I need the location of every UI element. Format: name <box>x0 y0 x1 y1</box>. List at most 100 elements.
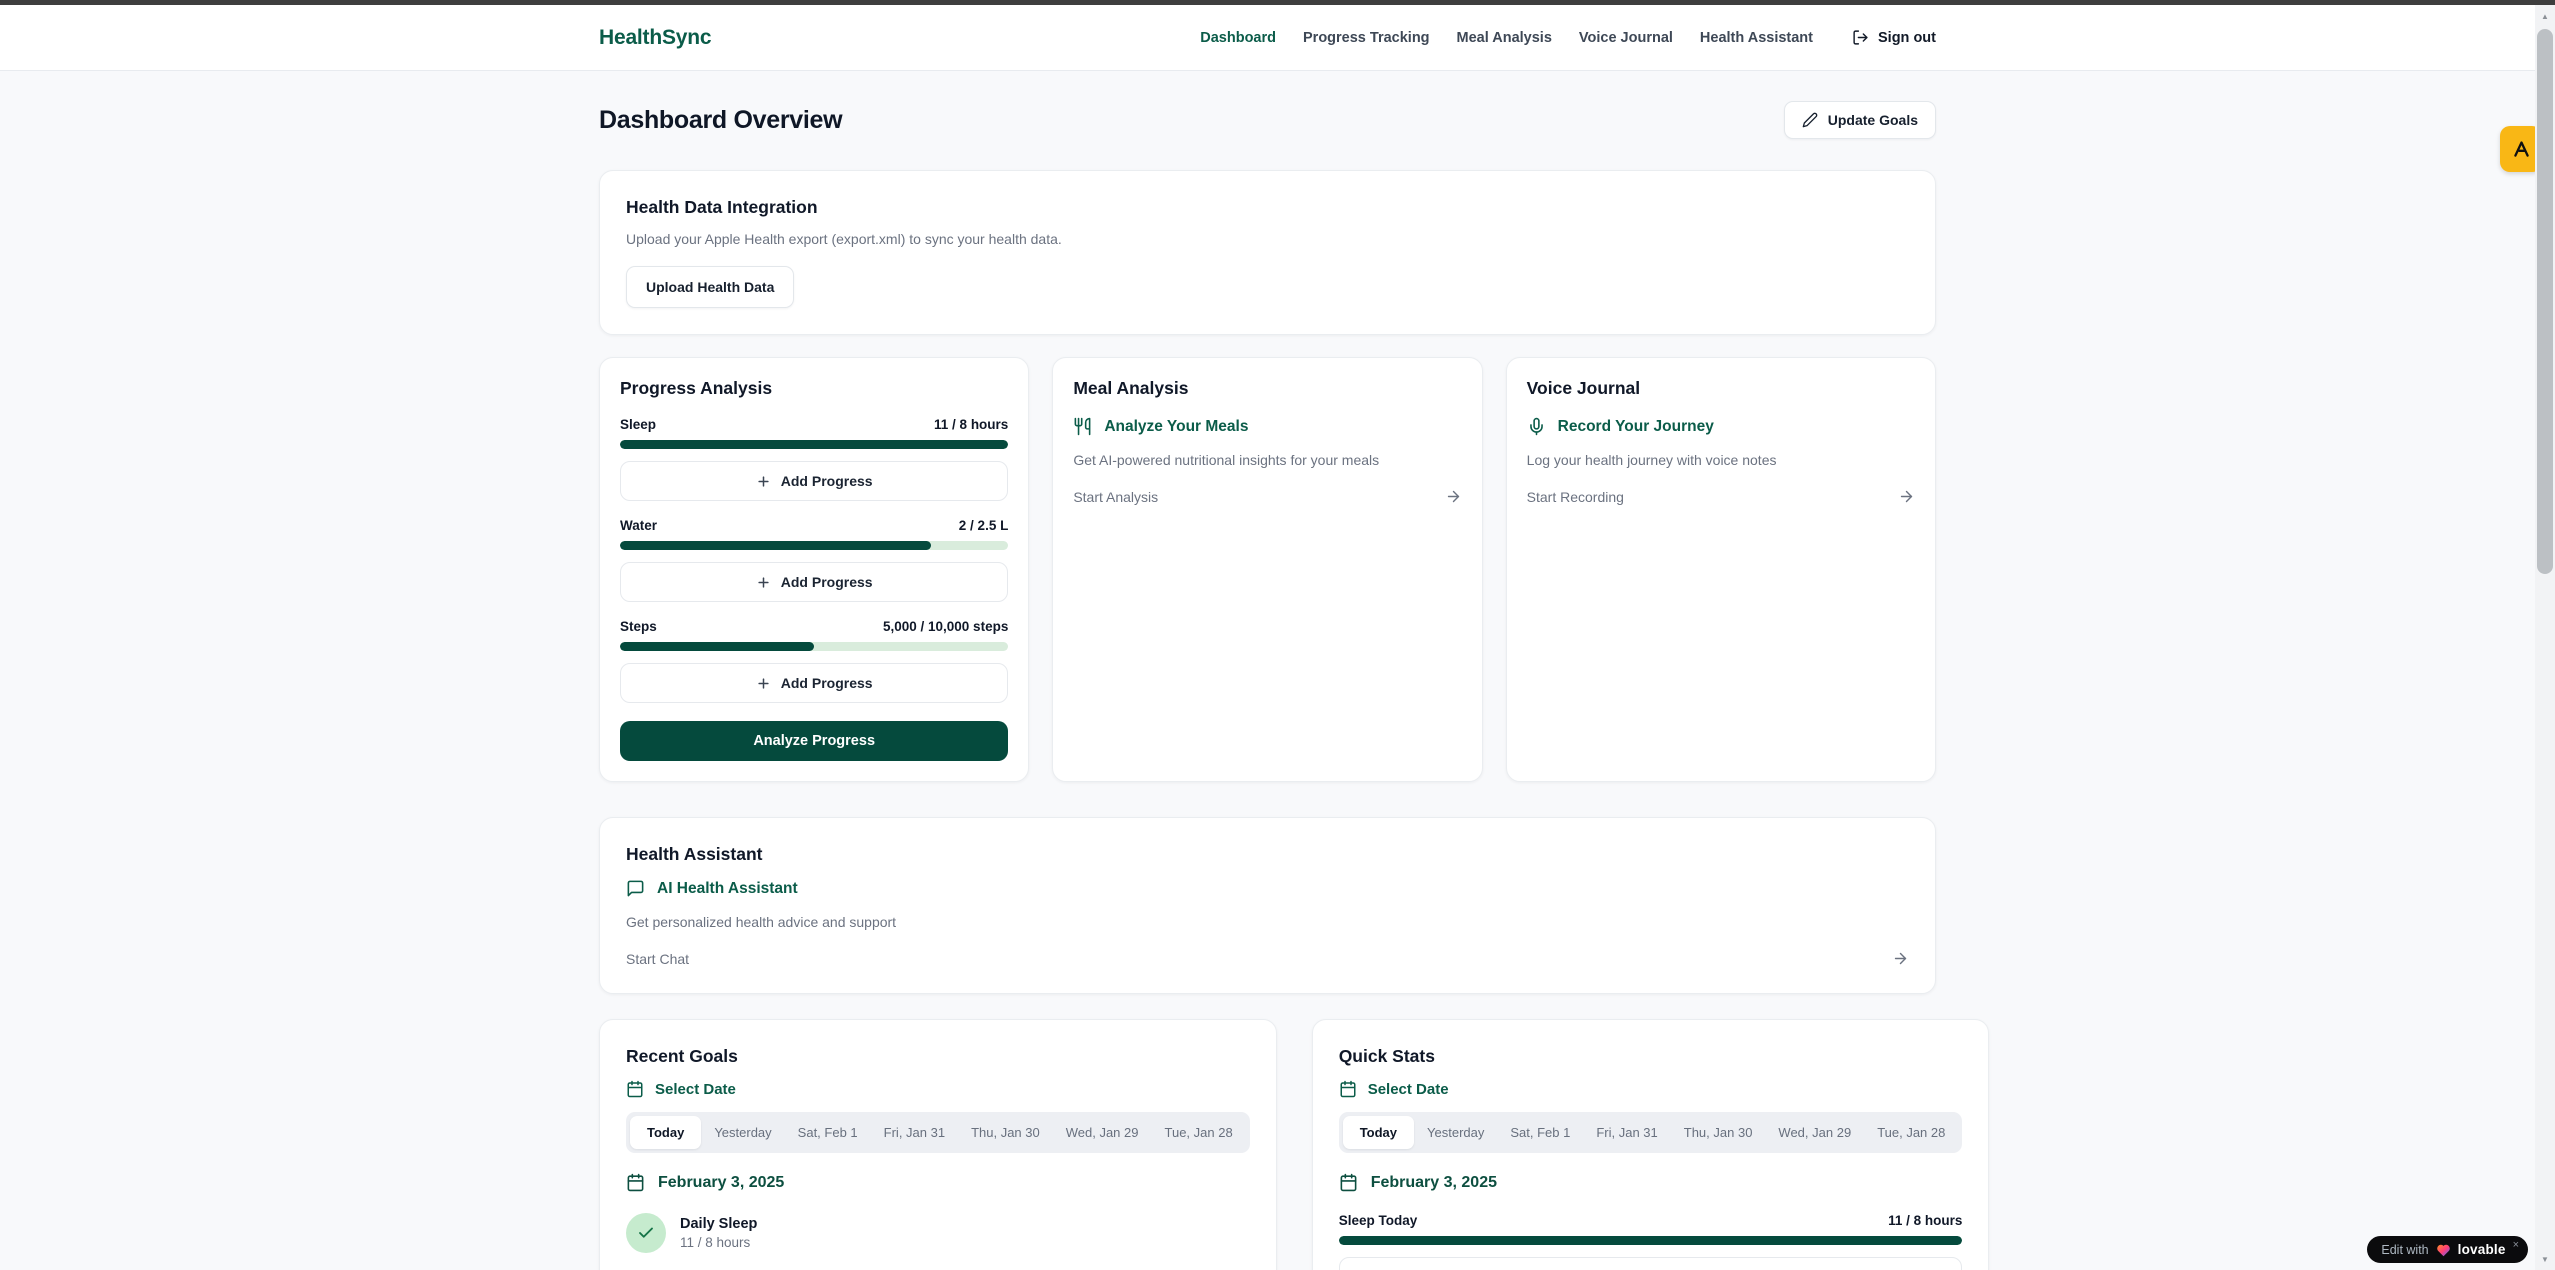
quick-stats-add-progress-button[interactable]: Add Progress <box>1339 1257 1963 1270</box>
nav-voice-journal[interactable]: Voice Journal <box>1579 30 1673 46</box>
steps-progress-fill <box>620 642 814 651</box>
sleep-label: Sleep <box>620 417 656 432</box>
start-recording-action[interactable]: Start Recording <box>1527 488 1915 505</box>
plus-icon <box>756 676 771 691</box>
pencil-icon <box>1802 112 1818 128</box>
lovable-mark-icon <box>2511 139 2532 160</box>
nav-progress-tracking[interactable]: Progress Tracking <box>1303 30 1430 46</box>
goal-list-item: Daily Sleep 11 / 8 hours <box>626 1213 1250 1253</box>
recent-goals-select-date[interactable]: Select Date <box>626 1080 1250 1098</box>
sign-out-button[interactable]: Sign out <box>1852 29 1936 46</box>
tab-today[interactable]: Today <box>630 1116 701 1149</box>
add-progress-label: Add Progress <box>781 473 873 489</box>
tab-tue-jan-28[interactable]: Tue, Jan 28 <box>1152 1116 1246 1149</box>
quick-stats-select-date[interactable]: Select Date <box>1339 1080 1963 1098</box>
chat-bubble-icon <box>626 879 645 898</box>
edit-with-lovable-badge[interactable]: Edit with lovable × <box>2367 1236 2528 1263</box>
record-your-journey-link[interactable]: Record Your Journey <box>1527 417 1915 436</box>
logout-icon <box>1852 29 1869 46</box>
goal-complete-check-icon <box>626 1213 666 1253</box>
sleep-value: 11 / 8 hours <box>934 417 1008 432</box>
recent-goals-title: Recent Goals <box>626 1046 1250 1067</box>
tab-fri-jan-31[interactable]: Fri, Jan 31 <box>871 1116 958 1149</box>
quick-stats-title: Quick Stats <box>1339 1046 1963 1067</box>
start-recording-label: Start Recording <box>1527 489 1624 505</box>
arrow-right-icon <box>1892 950 1909 967</box>
upload-health-data-button[interactable]: Upload Health Data <box>626 266 794 308</box>
analyze-progress-button[interactable]: Analyze Progress <box>620 721 1008 761</box>
tab-sat-feb-1[interactable]: Sat, Feb 1 <box>785 1116 871 1149</box>
steps-metric-row: Steps 5,000 / 10,000 steps <box>620 619 1008 634</box>
tab-fri-jan-31[interactable]: Fri, Jan 31 <box>1583 1116 1670 1149</box>
lovable-brand-label: lovable <box>2458 1242 2506 1257</box>
quick-stats-current-date: February 3, 2025 <box>1339 1173 1963 1192</box>
assistant-description: Get personalized health advice and suppo… <box>626 914 1909 930</box>
ai-health-assistant-link[interactable]: AI Health Assistant <box>626 879 1909 898</box>
scrollbar-down-arrow[interactable]: ▼ <box>2535 1250 2555 1268</box>
quick-stats-card: Quick Stats Select Date Today Yesterday … <box>1312 1019 1990 1270</box>
start-chat-action[interactable]: Start Chat <box>626 950 1909 967</box>
start-analysis-label: Start Analysis <box>1073 489 1158 505</box>
nav-meal-analysis[interactable]: Meal Analysis <box>1457 30 1552 46</box>
health-assistant-card: Health Assistant AI Health Assistant Get… <box>599 817 1936 994</box>
update-goals-button[interactable]: Update Goals <box>1784 101 1936 139</box>
tab-wed-jan-29[interactable]: Wed, Jan 29 <box>1053 1116 1152 1149</box>
health-assistant-title: Health Assistant <box>626 844 1909 865</box>
voice-journal-card: Voice Journal Record Your Journey Log yo… <box>1506 357 1936 782</box>
meal-analysis-card: Meal Analysis Analyze Your Meals Get AI-… <box>1052 357 1482 782</box>
progress-analysis-card: Progress Analysis Sleep 11 / 8 hours Add… <box>599 357 1029 782</box>
tab-thu-jan-30[interactable]: Thu, Jan 30 <box>958 1116 1053 1149</box>
arrow-right-icon <box>1445 488 1462 505</box>
analyze-your-meals-link[interactable]: Analyze Your Meals <box>1073 417 1461 436</box>
dashboard-page: Dashboard Overview Update Goals Health D… <box>599 71 1936 1270</box>
page-scrollbar[interactable]: ▲ ▼ <box>2535 5 2555 1270</box>
sleep-today-progress-bar <box>1339 1236 1963 1245</box>
ai-health-assistant-label: AI Health Assistant <box>657 880 798 898</box>
voice-journal-title: Voice Journal <box>1527 378 1915 399</box>
utensils-icon <box>1073 417 1092 436</box>
scrollbar-thumb[interactable] <box>2537 29 2553 574</box>
meal-analysis-title: Meal Analysis <box>1073 378 1461 399</box>
tab-yesterday[interactable]: Yesterday <box>701 1116 784 1149</box>
record-your-journey-label: Record Your Journey <box>1558 418 1714 436</box>
water-label: Water <box>620 518 657 533</box>
add-steps-progress-button[interactable]: Add Progress <box>620 663 1008 703</box>
tab-today[interactable]: Today <box>1343 1116 1414 1149</box>
start-chat-label: Start Chat <box>626 951 689 967</box>
water-progress-bar <box>620 541 1008 550</box>
goal-name: Daily Sleep <box>680 1216 757 1232</box>
tab-wed-jan-29[interactable]: Wed, Jan 29 <box>1765 1116 1864 1149</box>
sleep-metric-row: Sleep 11 / 8 hours <box>620 417 1008 432</box>
water-metric-row: Water 2 / 2.5 L <box>620 518 1008 533</box>
tab-sat-feb-1[interactable]: Sat, Feb 1 <box>1497 1116 1583 1149</box>
nav-dashboard[interactable]: Dashboard <box>1200 30 1276 46</box>
calendar-icon <box>1339 1173 1358 1192</box>
sleep-today-metric-row: Sleep Today 11 / 8 hours <box>1339 1213 1963 1228</box>
current-date-label: February 3, 2025 <box>1371 1174 1497 1192</box>
health-data-title: Health Data Integration <box>626 197 1909 218</box>
edit-with-label: Edit with <box>2381 1243 2428 1257</box>
plus-icon <box>756 474 771 489</box>
page-title: Dashboard Overview <box>599 106 842 135</box>
arrow-right-icon <box>1898 488 1915 505</box>
scrollbar-up-arrow[interactable]: ▲ <box>2535 7 2555 25</box>
progress-analysis-title: Progress Analysis <box>620 378 1008 399</box>
water-progress-fill <box>620 541 931 550</box>
add-water-progress-button[interactable]: Add Progress <box>620 562 1008 602</box>
meal-description: Get AI-powered nutritional insights for … <box>1073 452 1461 468</box>
tab-thu-jan-30[interactable]: Thu, Jan 30 <box>1671 1116 1766 1149</box>
goal-value: 11 / 8 hours <box>680 1235 757 1250</box>
water-value: 2 / 2.5 L <box>959 518 1009 533</box>
tab-yesterday[interactable]: Yesterday <box>1414 1116 1497 1149</box>
plus-icon <box>756 575 771 590</box>
tab-tue-jan-28[interactable]: Tue, Jan 28 <box>1864 1116 1958 1149</box>
lovable-badge-close-icon[interactable]: × <box>2513 1239 2519 1251</box>
sleep-progress-fill <box>620 440 1008 449</box>
sleep-today-label: Sleep Today <box>1339 1213 1418 1228</box>
nav-health-assistant[interactable]: Health Assistant <box>1700 30 1813 46</box>
add-progress-label: Add Progress <box>781 574 873 590</box>
app-logo[interactable]: HealthSync <box>599 26 711 50</box>
sleep-today-value: 11 / 8 hours <box>1888 1213 1962 1228</box>
add-sleep-progress-button[interactable]: Add Progress <box>620 461 1008 501</box>
start-analysis-action[interactable]: Start Analysis <box>1073 488 1461 505</box>
